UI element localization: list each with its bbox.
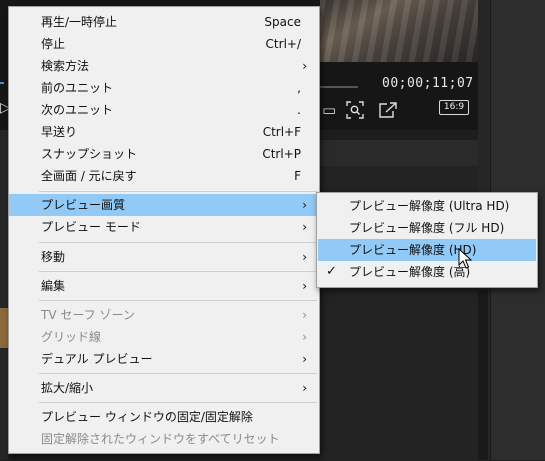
menu-item-preview-quality[interactable]: プレビュー画質 › <box>9 194 319 216</box>
menu-item-next-unit[interactable]: 次のユニット . <box>9 99 319 121</box>
menu-item-label: プレビュー画質 <box>41 198 126 212</box>
checkmark-icon: ✓ <box>326 264 337 279</box>
left-strip <box>0 130 8 460</box>
menu-item-edit[interactable]: 編集 › <box>9 275 319 297</box>
submenu-item-label: プレビュー解像度 (Ultra HD) <box>349 199 510 213</box>
shortcut-label: . <box>297 103 301 117</box>
submenu-item-full-hd[interactable]: プレビュー解像度 (フル HD) <box>318 217 536 239</box>
menu-item-snapshot[interactable]: スナップショット Ctrl+P <box>9 143 319 165</box>
menu-item-label: 前のユニット <box>41 81 114 95</box>
menu-item-label: プレビュー モード <box>41 220 141 234</box>
submenu-item-label: プレビュー解像度 (フル HD) <box>349 221 505 235</box>
menu-item-label: TV セーフ ゾーン <box>41 308 135 322</box>
menu-item-fast-forward[interactable]: 早送り Ctrl+F <box>9 121 319 143</box>
menu-item-label: スナップショット <box>41 147 138 161</box>
playhead-marker <box>0 82 4 84</box>
menu-item-reset-unpinned-windows[interactable]: 固定解除されたウィンドウをすべてリセット <box>9 428 319 450</box>
menu-item-label: グリッド線 <box>41 330 102 344</box>
shortcut-label: F <box>294 169 301 183</box>
chevron-right-icon: › <box>302 250 307 264</box>
menu-item-label: プレビュー ウィンドウの固定/固定解除 <box>41 410 253 424</box>
menu-item-label: 停止 <box>41 37 66 51</box>
zoom-icon[interactable] <box>346 101 364 123</box>
menu-item-label: 再生/一時停止 <box>41 15 118 29</box>
menu-separator <box>39 373 317 374</box>
context-menu: 再生/一時停止 Space 停止 Ctrl+/ 検索方法 › 前のユニット , … <box>8 6 320 454</box>
menu-separator <box>39 271 317 272</box>
snapshot-icon[interactable]: ▭ <box>322 101 336 119</box>
shortcut-label: Ctrl+/ <box>265 37 301 51</box>
submenu-item-hd[interactable]: プレビュー解像度 (HD) <box>318 239 536 261</box>
chevron-right-icon: › <box>302 59 307 73</box>
menu-item-label: 拡大/縮小 <box>41 381 94 395</box>
media-thumbnail[interactable] <box>0 308 8 348</box>
menu-item-label: 次のユニット <box>41 103 114 117</box>
submenu-item-high[interactable]: ✓ プレビュー解像度 (高) <box>318 261 536 283</box>
menu-item-preview-mode[interactable]: プレビュー モード › <box>9 216 319 238</box>
shortcut-label: , <box>297 81 301 95</box>
menu-item-label: 編集 <box>41 279 66 293</box>
menu-item-tv-safe-zone[interactable]: TV セーフ ゾーン › <box>9 304 319 326</box>
chevron-right-icon: › <box>302 352 307 366</box>
menu-separator <box>39 402 317 403</box>
submenu-item-ultra-hd[interactable]: プレビュー解像度 (Ultra HD) <box>318 195 536 217</box>
mouse-cursor-icon <box>458 248 472 269</box>
menu-item-label: 早送り <box>41 125 78 139</box>
menu-item-stop[interactable]: 停止 Ctrl+/ <box>9 33 319 55</box>
shortcut-label: Space <box>264 15 301 29</box>
shortcut-label: Ctrl+F <box>262 125 301 139</box>
menu-separator <box>39 191 317 192</box>
menu-item-grid-lines[interactable]: グリッド線 › <box>9 326 319 348</box>
video-frame <box>320 0 478 62</box>
shortcut-label: Ctrl+P <box>262 147 301 161</box>
export-icon[interactable] <box>378 101 398 123</box>
menu-item-label: 移動 <box>41 250 66 264</box>
menu-item-fullscreen[interactable]: 全画面 / 元に戻す F <box>9 165 319 187</box>
chevron-right-icon: › <box>302 198 307 212</box>
scrub-bar[interactable] <box>320 86 358 88</box>
chevron-right-icon: › <box>302 330 307 344</box>
library-panel <box>320 140 488 461</box>
library-panel-header <box>320 140 488 166</box>
menu-item-zoom[interactable]: 拡大/縮小 › <box>9 377 319 399</box>
menu-item-label: デュアル プレビュー <box>41 352 153 366</box>
submenu-item-label: プレビュー解像度 (高) <box>349 265 471 279</box>
menu-item-dual-preview[interactable]: デュアル プレビュー › <box>9 348 319 370</box>
menu-item-label: 検索方法 <box>41 59 90 73</box>
menu-item-label: 全画面 / 元に戻す <box>41 169 137 183</box>
chevron-right-icon: › <box>302 279 307 293</box>
aspect-ratio-button[interactable]: 16:9 <box>439 100 469 115</box>
vertical-scrollbar[interactable] <box>478 290 488 460</box>
menu-item-previous-unit[interactable]: 前のユニット , <box>9 77 319 99</box>
menu-separator <box>39 242 317 243</box>
chevron-right-icon: › <box>302 308 307 322</box>
menu-separator <box>39 300 317 301</box>
chevron-right-icon: › <box>302 220 307 234</box>
menu-item-pin-preview-window[interactable]: プレビュー ウィンドウの固定/固定解除 <box>9 406 319 428</box>
timecode: 00;00;11;07 <box>382 76 474 91</box>
menu-item-move[interactable]: 移動 › <box>9 246 319 268</box>
menu-item-search-method[interactable]: 検索方法 › <box>9 55 319 77</box>
menu-item-play-pause[interactable]: 再生/一時停止 Space <box>9 11 319 33</box>
chevron-right-icon: › <box>302 381 307 395</box>
preview-quality-submenu: プレビュー解像度 (Ultra HD) プレビュー解像度 (フル HD) プレビ… <box>316 192 538 288</box>
menu-item-label: 固定解除されたウィンドウをすべてリセット <box>41 432 280 446</box>
